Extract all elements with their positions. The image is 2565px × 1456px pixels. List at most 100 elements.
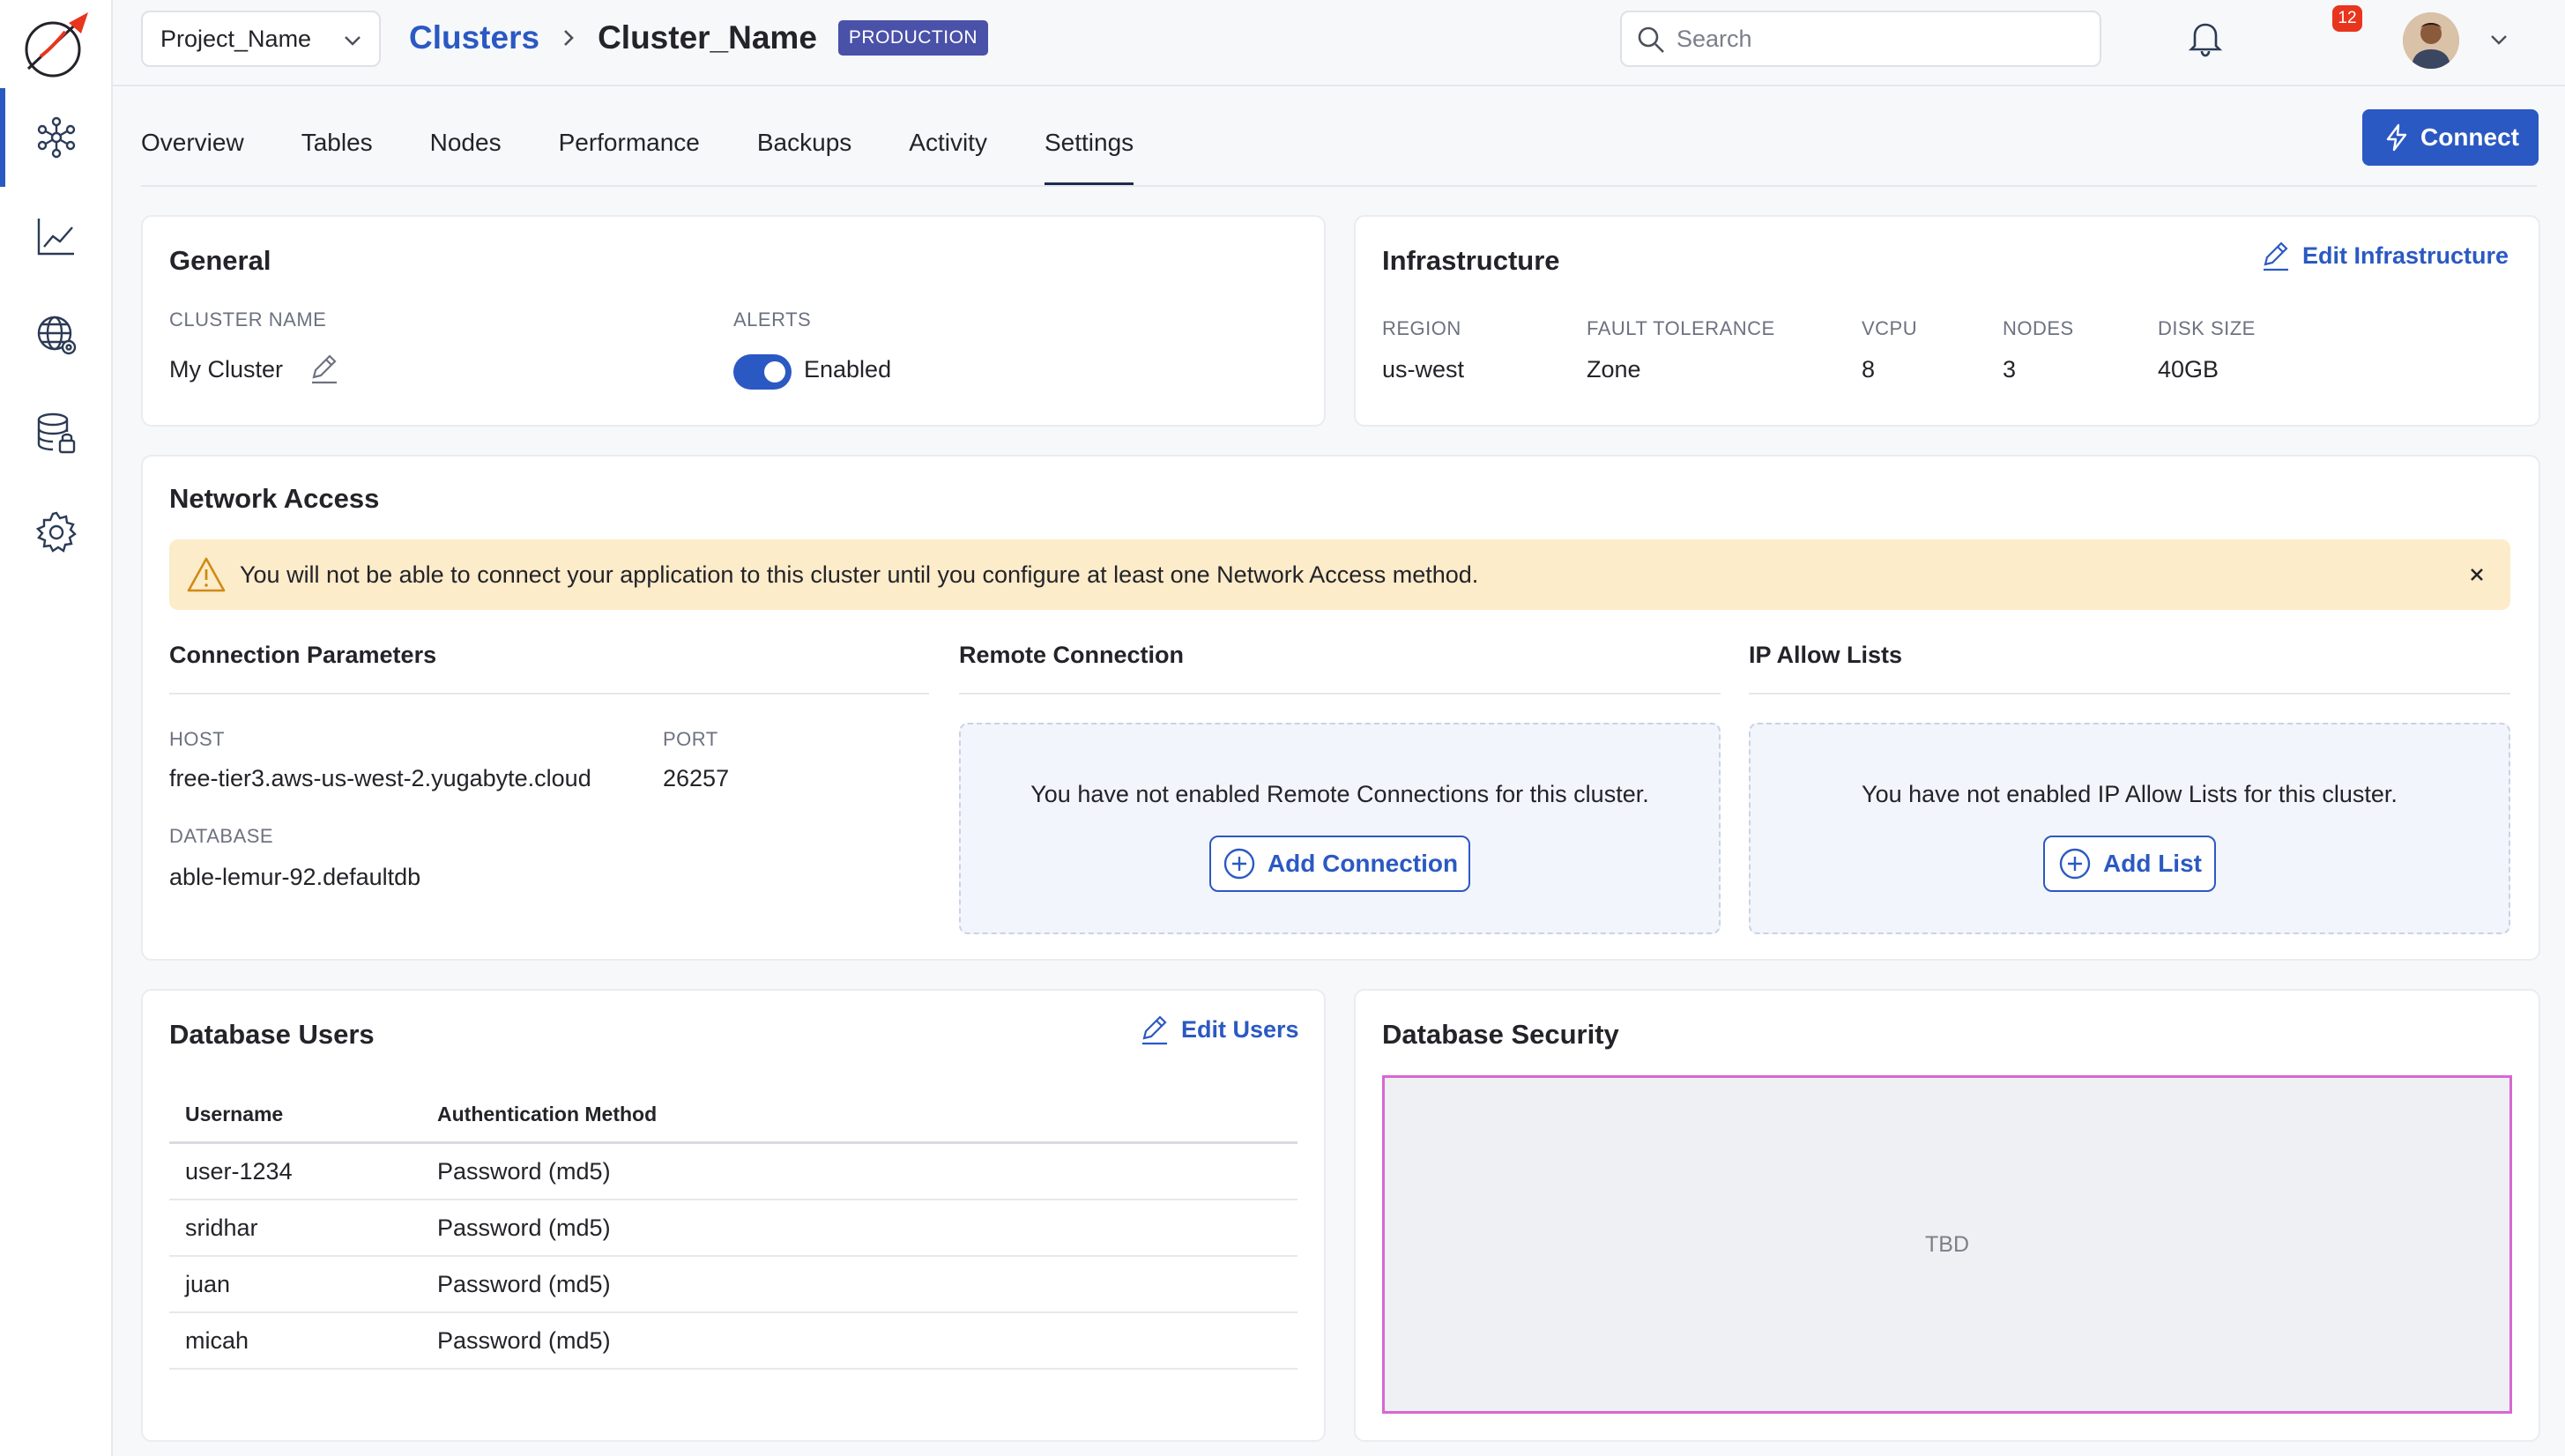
tab-tables[interactable]: Tables: [301, 99, 373, 187]
close-icon[interactable]: [2465, 562, 2489, 587]
column-username: Username: [185, 1103, 284, 1125]
column-authentication-method: Authentication Method: [437, 1103, 658, 1125]
add-connection-label: Add Connection: [1267, 850, 1459, 877]
nodes-value: 3: [2003, 356, 2017, 383]
database-users-table: Username Authentication Method user-1234…: [169, 1088, 1297, 1370]
environment-badge: PRODUCTION: [837, 20, 989, 56]
database-label: DATABASE: [169, 825, 274, 847]
ip-allow-lists-divider: [1749, 693, 2510, 695]
connection-parameters-divider: [169, 693, 929, 695]
auth-method-cell: Password (md5): [437, 1214, 611, 1241]
search-icon: [1638, 26, 1664, 53]
fault-tolerance-label: FAULT TOLERANCE: [1587, 317, 1775, 339]
nodes-label: NODES: [2003, 317, 2074, 339]
ip-allow-lists-empty-text: You have not enabled IP Allow Lists for …: [1862, 781, 2398, 807]
database-security-placeholder: TBD: [1382, 1075, 2512, 1414]
database-security-title: Database Security: [1382, 1019, 1619, 1050]
auth-method-cell: Password (md5): [437, 1326, 611, 1354]
fault-tolerance-value: Zone: [1587, 356, 1641, 383]
chevron-down-icon: [345, 36, 361, 46]
avatar[interactable]: [2403, 12, 2459, 69]
network-access-title: Network Access: [169, 483, 380, 514]
network-warning-banner: You will not be able to connect your app…: [169, 539, 2510, 610]
connect-label: Connect: [2420, 123, 2519, 151]
disk-size-label: DISK SIZE: [2158, 317, 2256, 339]
infrastructure-title: Infrastructure: [1382, 245, 1560, 276]
database-users-title: Database Users: [169, 1019, 375, 1050]
nav-performance[interactable]: [0, 187, 113, 286]
gear-icon: [35, 511, 77, 553]
database-value: able-lemur-92.defaultdb: [169, 864, 421, 890]
edit-infrastructure-button[interactable]: Edit Infrastructure: [2258, 238, 2509, 273]
pencil-icon: [2264, 241, 2288, 271]
username-cell: sridhar: [185, 1214, 258, 1241]
cluster-icon: [37, 116, 76, 159]
connect-button[interactable]: Connect: [2362, 109, 2539, 166]
disk-size-value: 40GB: [2158, 356, 2219, 383]
project-selector[interactable]: Project_Name: [141, 11, 381, 67]
pencil-icon[interactable]: [307, 351, 342, 386]
region-value: us-west: [1382, 356, 1465, 383]
notification-count-badge: 12: [2332, 5, 2362, 32]
cluster-name-value: My Cluster: [169, 356, 284, 383]
remote-connection-divider: [959, 693, 1721, 695]
remote-connection-empty-text: You have not enabled Remote Connections …: [1030, 781, 1649, 807]
warning-icon: [187, 557, 226, 592]
alerts-status: Enabled: [804, 356, 892, 383]
username-cell: micah: [185, 1326, 249, 1354]
tab-backups[interactable]: Backups: [757, 99, 851, 187]
tab-performance[interactable]: Performance: [559, 99, 700, 187]
database-lock-icon: [37, 412, 76, 454]
table-row: juan Password (md5): [169, 1257, 1297, 1313]
alerts-toggle[interactable]: [733, 354, 792, 390]
breadcrumb-clusters-link[interactable]: Clusters: [409, 19, 539, 56]
edit-users-button[interactable]: Edit Users: [1137, 1012, 1299, 1047]
infrastructure-card: Infrastructure Edit Infrastructure REGIO…: [1354, 215, 2540, 427]
tabs-divider: [141, 185, 2537, 187]
tab-settings[interactable]: Settings: [1044, 99, 1134, 187]
pencil-icon: [1142, 1015, 1167, 1045]
table-row: sridhar Password (md5): [169, 1200, 1297, 1257]
cluster-name-label: CLUSTER NAME: [169, 308, 327, 331]
auth-method-cell: Password (md5): [437, 1270, 611, 1297]
general-title: General: [169, 245, 271, 276]
plus-circle-icon: [1223, 848, 1255, 880]
username-cell: user-1234: [185, 1157, 293, 1185]
search-input[interactable]: [1677, 25, 2100, 53]
project-name: Project_Name: [160, 25, 312, 52]
add-list-label: Add List: [2103, 850, 2202, 877]
ip-allow-lists-empty-state: You have not enabled IP Allow Lists for …: [1749, 723, 2510, 934]
nav-settings[interactable]: [0, 483, 113, 582]
nav-network[interactable]: [0, 286, 113, 384]
chevron-down-icon[interactable]: [2487, 28, 2510, 51]
vcpu-value: 8: [1862, 356, 1876, 383]
nav-security[interactable]: [0, 384, 113, 483]
globe-gear-icon: [37, 316, 77, 355]
breadcrumb-current: Cluster_Name: [598, 19, 817, 56]
tab-activity[interactable]: Activity: [909, 99, 987, 187]
ip-allow-lists-title: IP Allow Lists: [1749, 642, 1903, 668]
bell-icon: [2188, 23, 2223, 57]
chevron-right-icon: [564, 30, 574, 46]
auth-method-cell: Password (md5): [437, 1157, 611, 1185]
host-value: free-tier3.aws-us-west-2.yugabyte.cloud: [169, 765, 591, 791]
alerts-label: ALERTS: [733, 308, 812, 331]
general-card: General CLUSTER NAME My Cluster ALERTS E…: [141, 215, 1326, 427]
username-cell: juan: [185, 1270, 231, 1297]
breadcrumb: Clusters Cluster_Name PRODUCTION: [409, 16, 989, 60]
table-row: user-1234 Password (md5): [169, 1144, 1297, 1200]
add-list-button[interactable]: Add List: [2043, 836, 2216, 892]
port-value: 26257: [663, 765, 730, 791]
add-connection-button[interactable]: Add Connection: [1209, 836, 1470, 892]
nav-clusters[interactable]: [0, 88, 113, 187]
tab-overview[interactable]: Overview: [141, 99, 244, 187]
port-label: PORT: [663, 728, 718, 750]
region-label: REGION: [1382, 317, 1461, 339]
tab-nodes[interactable]: Nodes: [430, 99, 502, 187]
search-box[interactable]: [1620, 11, 2101, 67]
connection-parameters-title: Connection Parameters: [169, 642, 437, 668]
app-logo-icon[interactable]: [18, 7, 95, 81]
chart-icon: [37, 219, 74, 256]
notifications-button[interactable]: [2184, 16, 2234, 65]
vcpu-label: VCPU: [1862, 317, 1918, 339]
